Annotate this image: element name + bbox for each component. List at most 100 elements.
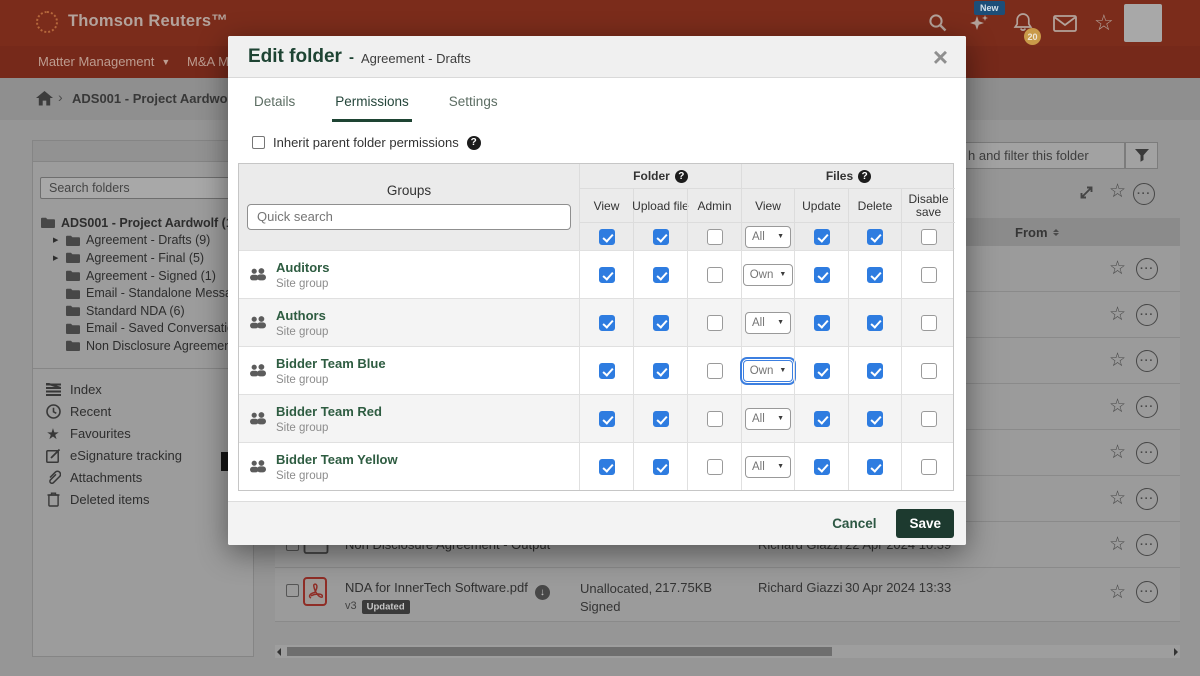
tree-item[interactable]: Email - Saved Conversations (1) [41,320,253,338]
ellipsis-menu-icon[interactable]: ··· [1136,442,1158,464]
nav-item-ma-matters[interactable]: M&A M [187,54,229,69]
disable-save-checkbox[interactable] [921,315,937,331]
tree-item[interactable]: Email - Standalone Messages (2 [41,284,253,302]
star-outline-icon[interactable]: ☆ [1109,397,1126,416]
folder-view-checkbox[interactable] [599,363,615,379]
group-name[interactable]: Authors [276,308,328,323]
folder-view-checkbox[interactable] [599,411,615,427]
upload-file-checkbox[interactable] [653,363,669,379]
filter-button[interactable] [1125,142,1158,169]
save-button[interactable]: Save [896,509,954,538]
delete-checkbox[interactable] [867,411,883,427]
cancel-button[interactable]: Cancel [832,516,876,531]
ellipsis-menu-icon[interactable]: ··· [1136,396,1158,418]
disable-save-checkbox[interactable] [921,267,937,283]
star-outline-icon[interactable]: ☆ [1109,489,1126,508]
disable-save-checkbox[interactable] [921,363,937,379]
sidebar-item-index[interactable]: Index [33,379,253,401]
master-delete-checkbox[interactable] [867,229,883,245]
folder-view-checkbox[interactable] [599,267,615,283]
expand-icon[interactable] [1078,184,1095,201]
star-outline-icon[interactable]: ☆ [1109,259,1126,278]
scrollbar-thumb[interactable] [287,647,832,656]
files-view-select[interactable]: All▼ [745,312,791,334]
home-icon[interactable] [36,91,53,106]
row-checkbox[interactable] [286,584,299,597]
star-outline-icon[interactable]: ☆ [1109,182,1126,201]
group-name[interactable]: Bidder Team Blue [276,356,386,371]
scroll-right-arrow[interactable] [1174,648,1178,656]
star-outline-icon[interactable]: ☆ [1109,535,1126,554]
tree-item[interactable]: ▶ Agreement - Drafts (9) [41,232,253,250]
search-icon[interactable] [928,13,948,33]
from-column-header[interactable]: From [1015,225,1059,240]
group-name[interactable]: Bidder Team Red [276,404,382,419]
scroll-left-arrow[interactable] [277,648,281,656]
tab-permissions[interactable]: Permissions [332,94,412,122]
sidebar-item-attachments[interactable]: Attachments [33,467,253,489]
delete-checkbox[interactable] [867,459,883,475]
update-checkbox[interactable] [814,315,830,331]
admin-checkbox[interactable] [707,411,723,427]
delete-checkbox[interactable] [867,363,883,379]
update-checkbox[interactable] [814,363,830,379]
star-outline-icon[interactable]: ☆ [1109,583,1126,602]
ellipsis-menu-icon[interactable]: ··· [1136,304,1158,326]
upload-file-checkbox[interactable] [653,315,669,331]
sidebar-item-favourites[interactable]: ★ Favourites [33,423,253,445]
master-files-view-select[interactable]: All▼ [745,226,791,248]
close-icon[interactable]: × [933,47,948,67]
admin-checkbox[interactable] [707,459,723,475]
expand-arrow-icon[interactable]: ▶ [53,236,66,244]
files-view-select[interactable]: All▼ [745,456,791,478]
admin-checkbox[interactable] [707,363,723,379]
sidebar-item-deleted-items[interactable]: Deleted items [33,489,253,511]
ellipsis-menu-icon[interactable]: ··· [1133,183,1155,205]
update-checkbox[interactable] [814,459,830,475]
tree-item[interactable]: Non Disclosure Agreement - Out [41,337,253,355]
file-name[interactable]: NDA for InnerTech Software.pdf↓ [345,580,550,600]
ellipsis-menu-icon[interactable]: ··· [1136,350,1158,372]
tab-details[interactable]: Details [251,94,298,122]
tree-item-root[interactable]: ADS001 - Project Aardwolf (1) [41,214,253,232]
quick-search-input[interactable] [247,204,571,230]
folder-view-checkbox[interactable] [599,315,615,331]
files-view-select[interactable]: All▼ [745,408,791,430]
star-outline-icon[interactable]: ☆ [1109,305,1126,324]
sidebar-item-recent[interactable]: Recent [33,401,253,423]
upload-file-checkbox[interactable] [653,411,669,427]
favourites-star-icon[interactable]: ☆ [1094,10,1114,36]
delete-checkbox[interactable] [867,315,883,331]
download-icon[interactable]: ↓ [535,585,550,600]
help-icon[interactable]: ? [858,170,871,183]
list-item-pdf[interactable]: NDA for InnerTech Software.pdf↓ v3Update… [275,568,1180,622]
ellipsis-menu-icon[interactable]: ··· [1136,534,1158,556]
upload-file-checkbox[interactable] [653,459,669,475]
master-disable-save-checkbox[interactable] [921,229,937,245]
expand-arrow-icon[interactable]: ▶ [53,254,66,262]
messages-envelope-icon[interactable] [1053,15,1077,32]
files-view-select[interactable]: Own▼ [743,360,794,382]
filter-folder-input[interactable] [958,142,1125,169]
tree-item[interactable]: ▶ Agreement - Final (5) [41,249,253,267]
sidebar-item-esignature-tracking[interactable]: eSignature tracking [33,445,253,467]
group-name[interactable]: Bidder Team Yellow [276,452,398,467]
upload-file-checkbox[interactable] [653,267,669,283]
master-upload-checkbox[interactable] [653,229,669,245]
tree-item[interactable]: Standard NDA (6) [41,302,253,320]
ellipsis-menu-icon[interactable]: ··· [1136,488,1158,510]
ellipsis-menu-icon[interactable]: ··· [1136,258,1158,280]
disable-save-checkbox[interactable] [921,459,937,475]
master-folder-view-checkbox[interactable] [599,229,615,245]
admin-checkbox[interactable] [707,315,723,331]
horizontal-scrollbar[interactable] [275,645,1180,658]
help-icon[interactable]: ? [467,136,481,150]
folder-view-checkbox[interactable] [599,459,615,475]
help-icon[interactable]: ? [675,170,688,183]
avatar[interactable] [1124,4,1162,42]
nav-item-matter-management[interactable]: Matter Management ▼ [38,54,170,69]
master-admin-checkbox[interactable] [707,229,723,245]
tab-settings[interactable]: Settings [446,94,501,122]
master-update-checkbox[interactable] [814,229,830,245]
star-outline-icon[interactable]: ☆ [1109,443,1126,462]
